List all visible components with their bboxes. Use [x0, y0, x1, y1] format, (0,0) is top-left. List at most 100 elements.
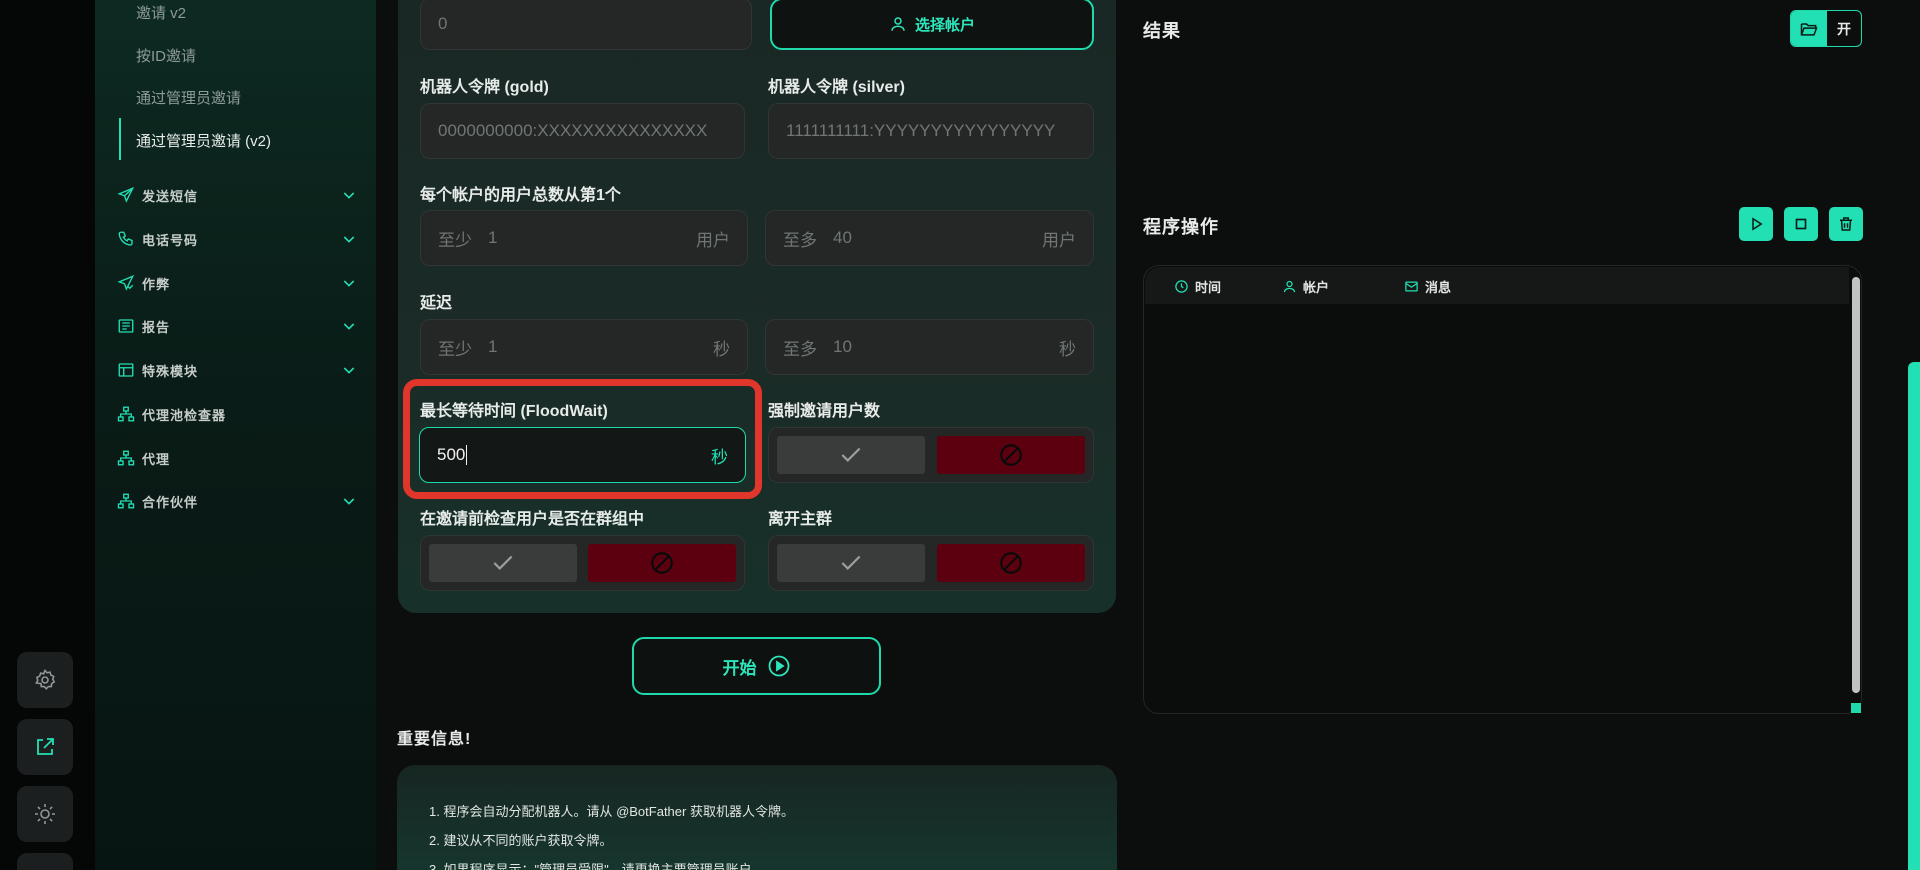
clock-icon — [1175, 280, 1188, 293]
check-icon — [841, 555, 861, 570]
sidebar-sub-invite-by-id[interactable]: 按ID邀请 — [136, 45, 196, 66]
clear-log-button[interactable] — [1829, 207, 1863, 241]
sidebar-item-cheat[interactable]: 作弊 — [117, 271, 357, 295]
check-in-group-yes-button[interactable] — [429, 544, 577, 582]
play-icon — [1752, 217, 1763, 231]
modules-icon — [118, 363, 134, 377]
floodwait-label: 最长等待时间 (FloodWait) — [420, 403, 608, 420]
delay-min-prefix: 至少 — [438, 339, 472, 359]
network-icon — [117, 450, 135, 466]
sidebar-item-label: 电话号码 — [142, 232, 199, 248]
resize-handle[interactable] — [1851, 703, 1861, 713]
top-input-value: 0 — [438, 14, 448, 33]
delay-max-suffix: 秒 — [1059, 339, 1076, 359]
open-external-button[interactable] — [17, 719, 73, 775]
log-table: 时间 帐户 消息 — [1143, 265, 1862, 714]
bot-token-gold-placeholder: 0000000000:XXXXXXXXXXXXXXX — [438, 121, 708, 140]
more-button[interactable] — [17, 853, 73, 870]
ban-icon — [651, 552, 673, 574]
phone-icon — [118, 231, 133, 246]
sidebar-item-label: 发送短信 — [142, 188, 199, 204]
active-indicator — [119, 118, 121, 160]
column-time[interactable]: 时间 — [1174, 277, 1221, 296]
sidebar-item-send-sms[interactable]: 发送短信 — [117, 183, 357, 207]
select-account-button[interactable]: 选择帐户 — [770, 0, 1094, 50]
delay-min-input[interactable]: 至少 1 秒 — [420, 319, 748, 375]
ban-icon — [1000, 552, 1022, 574]
users-max-prefix: 至多 — [783, 230, 817, 250]
check-icon — [493, 555, 513, 570]
open-folder-button[interactable] — [1791, 11, 1827, 46]
bot-token-silver-label: 机器人令牌 (silver) — [768, 79, 905, 96]
check-in-group-label: 在邀请前检查用户是否在群组中 — [420, 511, 645, 528]
delay-label: 延迟 — [420, 295, 453, 312]
chevron-down-icon — [343, 192, 355, 199]
leave-group-toggle — [768, 535, 1094, 591]
program-title: 程序操作 — [1143, 217, 1219, 237]
force-invite-toggle — [768, 427, 1094, 483]
force-invite-no-button[interactable] — [937, 436, 1085, 474]
results-title: 结果 — [1143, 21, 1181, 41]
sidebar-item-proxy-checker[interactable]: 代理池检查器 — [117, 402, 357, 426]
network-icon — [117, 406, 135, 422]
sidebar-item-phone-numbers[interactable]: 电话号码 — [117, 227, 357, 251]
column-account[interactable]: 帐户 — [1282, 277, 1329, 296]
force-invite-label: 强制邀请用户数 — [768, 403, 881, 420]
leave-group-yes-button[interactable] — [777, 544, 925, 582]
column-time-label: 时间 — [1195, 280, 1222, 295]
sidebar-item-report[interactable]: 报告 — [117, 314, 357, 338]
check-in-group-no-button[interactable] — [588, 544, 736, 582]
select-account-label: 选择帐户 — [914, 16, 975, 34]
info-line: 2. 建议从不同的账户获取令牌。 — [429, 833, 613, 848]
play-circle-icon — [768, 655, 789, 677]
sidebar-sub-invite-v2[interactable]: 邀请 v2 — [136, 2, 186, 23]
users-min-input[interactable]: 至少 1 用户 — [420, 210, 748, 266]
stop-button[interactable] — [1784, 207, 1818, 241]
open-results-group: 开 — [1790, 10, 1862, 47]
send-icon — [117, 186, 135, 203]
chevron-down-icon — [343, 280, 355, 287]
icon-rail — [0, 0, 95, 870]
users-total-label: 每个帐户的用户总数从第1个 — [420, 187, 621, 204]
send-check-icon — [117, 274, 135, 291]
user-icon — [1283, 280, 1296, 293]
info-box: 1. 程序会自动分配机器人。请从 @BotFather 获取机器人令牌。 2. … — [397, 765, 1117, 870]
floodwait-input[interactable]: 500 秒 — [419, 427, 746, 483]
column-message-label: 消息 — [1425, 280, 1452, 295]
sidebar-item-label: 代理池检查器 — [142, 407, 227, 423]
run-button[interactable] — [1739, 207, 1773, 241]
mail-icon — [1405, 281, 1418, 292]
force-invite-yes-button[interactable] — [777, 436, 925, 474]
sidebar-sub-invite-admin[interactable]: 通过管理员邀请 — [136, 87, 241, 108]
users-max-input[interactable]: 至多 40 用户 — [765, 210, 1094, 266]
trash-icon — [1840, 217, 1852, 231]
sidebar-item-label: 作弊 — [142, 276, 171, 292]
page-scrollbar[interactable] — [1908, 362, 1920, 870]
chevron-down-icon — [343, 236, 355, 243]
sidebar-sub-invite-admin-v2[interactable]: 通过管理员邀请 (v2) — [136, 130, 271, 151]
sidebar-item-partners[interactable]: 合作伙伴 — [117, 489, 357, 513]
users-min-prefix: 至少 — [438, 230, 472, 250]
folder-open-icon — [1800, 22, 1818, 36]
delay-max-input[interactable]: 至多 10 秒 — [765, 319, 1094, 375]
bot-token-silver-placeholder: 1111111111:YYYYYYYYYYYYYYYY — [786, 121, 1056, 140]
sidebar-item-special-modules[interactable]: 特殊模块 — [117, 358, 357, 382]
start-button[interactable]: 开始 — [632, 637, 881, 695]
bot-token-silver-input[interactable]: 1111111111:YYYYYYYYYYYYYYYY — [768, 103, 1094, 159]
info-title: 重要信息! — [397, 731, 472, 748]
network-icon — [117, 493, 135, 509]
sidebar-item-label: 特殊模块 — [142, 363, 199, 379]
log-scrollbar[interactable] — [1852, 277, 1860, 693]
settings-button[interactable] — [17, 652, 73, 708]
sidebar-item-proxy[interactable]: 代理 — [117, 446, 357, 470]
column-message[interactable]: 消息 — [1404, 277, 1451, 296]
top-input[interactable]: 0 — [420, 0, 752, 50]
open-results-button[interactable]: 开 — [1827, 11, 1861, 46]
column-account-label: 帐户 — [1303, 280, 1330, 295]
delay-min-suffix: 秒 — [713, 339, 730, 359]
leave-group-no-button[interactable] — [937, 544, 1085, 582]
theme-toggle-button[interactable] — [17, 786, 73, 842]
bot-token-gold-input[interactable]: 0000000000:XXXXXXXXXXXXXXX — [420, 103, 745, 159]
delay-min-value: 1 — [488, 337, 498, 356]
check-icon — [841, 447, 861, 462]
